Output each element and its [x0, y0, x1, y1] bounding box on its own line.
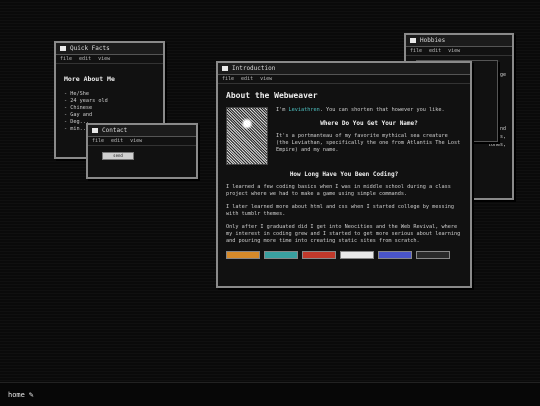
list-item: Chinese: [64, 105, 155, 112]
badge-row: [226, 251, 462, 259]
window-icon: [222, 66, 228, 71]
menu-view[interactable]: view: [98, 56, 110, 62]
quick-facts-menubar: file edit view: [56, 55, 163, 64]
introduction-content: About the Webweaver I'm Leviathren. You …: [218, 84, 470, 263]
intro-prefix: I'm: [276, 107, 289, 113]
hobbies-fragment: and: [496, 126, 506, 132]
name-link[interactable]: Leviathren: [289, 107, 320, 113]
quick-facts-heading: More About Me: [64, 75, 115, 83]
menu-view[interactable]: view: [130, 138, 142, 144]
hobbies-titlebar[interactable]: Hobbies: [406, 35, 512, 47]
quick-facts-title: Quick Facts: [70, 45, 110, 52]
contact-menubar: file edit view: [88, 137, 196, 146]
menu-file[interactable]: file: [222, 76, 234, 82]
badge-button[interactable]: [340, 251, 374, 259]
badge-button[interactable]: [378, 251, 412, 259]
introduction-window[interactable]: Introduction file edit view About the We…: [216, 61, 472, 288]
menu-edit[interactable]: edit: [111, 138, 123, 144]
window-icon: [60, 46, 66, 51]
question-coding: How Long Have You Been Coding?: [289, 171, 399, 178]
menu-edit[interactable]: edit: [241, 76, 253, 82]
menu-edit[interactable]: edit: [429, 48, 441, 54]
window-icon: [410, 38, 416, 43]
paragraph: Only after I graduated did I get into Ne…: [226, 224, 461, 244]
menu-view[interactable]: view: [260, 76, 272, 82]
contact-window[interactable]: Contact file edit view send: [86, 123, 198, 179]
contact-titlebar[interactable]: Contact: [88, 125, 196, 137]
taskbar: home ✎: [0, 382, 540, 406]
paragraph: I later learned more about html and css …: [226, 204, 454, 217]
badge-button[interactable]: [264, 251, 298, 259]
introduction-menubar: file edit view: [218, 75, 470, 84]
badge-button[interactable]: [226, 251, 260, 259]
hobbies-menubar: file edit view: [406, 47, 512, 56]
home-button[interactable]: home: [8, 391, 25, 399]
portrait-image: [226, 107, 268, 165]
hobbies-fragment: ge: [499, 72, 506, 78]
menu-edit[interactable]: edit: [79, 56, 91, 62]
pencil-cursor-icon: ✎: [28, 390, 34, 399]
quick-facts-titlebar[interactable]: Quick Facts: [56, 43, 163, 55]
badge-button[interactable]: [302, 251, 336, 259]
contact-title: Contact: [102, 127, 128, 134]
hobbies-title: Hobbies: [420, 37, 446, 44]
page-title: About the Webweaver: [226, 91, 318, 100]
send-button[interactable]: send: [102, 152, 134, 160]
intro-suffix: . You can shorten that however you like.: [319, 107, 445, 113]
hobbies-fragment: tones,: [487, 142, 506, 148]
list-item: Gay and: [64, 112, 155, 119]
badge-button[interactable]: [416, 251, 450, 259]
window-icon: [92, 128, 98, 133]
introduction-title: Introduction: [232, 65, 276, 72]
menu-view[interactable]: view: [448, 48, 460, 54]
menu-file[interactable]: file: [410, 48, 422, 54]
paragraph: I learned a few coding basics when I was…: [226, 184, 451, 197]
list-item: 24 years old: [64, 98, 155, 105]
menu-file[interactable]: file: [60, 56, 72, 62]
list-item: He/She: [64, 91, 155, 98]
introduction-titlebar[interactable]: Introduction: [218, 63, 470, 75]
menu-file[interactable]: file: [92, 138, 104, 144]
